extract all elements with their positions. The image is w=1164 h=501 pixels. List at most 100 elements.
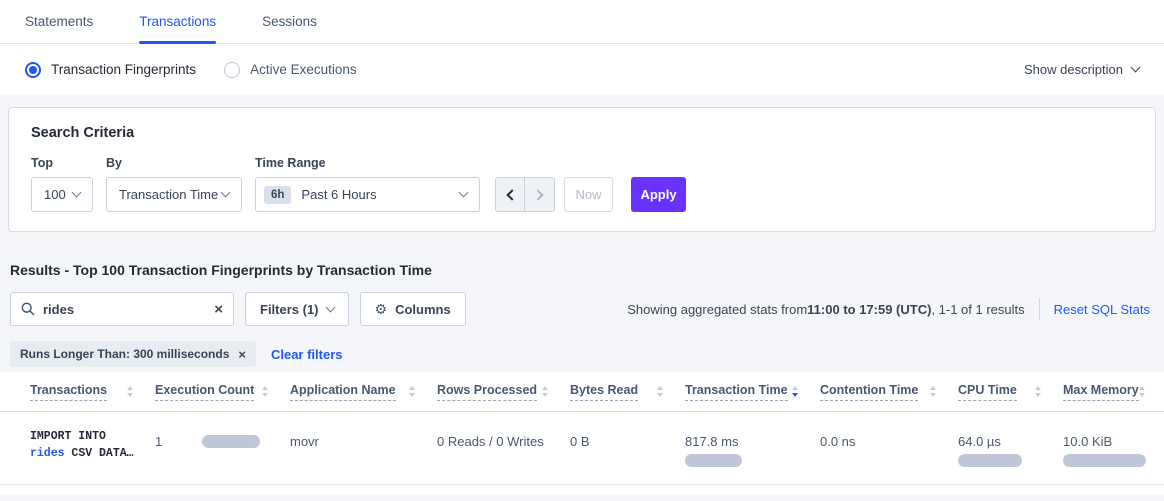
results-controls: × Filters (1) ⚙ Columns Showing aggregat… [10, 292, 1150, 326]
column-header-label: Transaction Time [685, 383, 788, 401]
transaction-statement-link[interactable]: rides [30, 447, 65, 460]
aggregated-stats-text: Showing aggregated stats from 11:00 to 1… [627, 298, 1150, 320]
column-header-bytes-read[interactable]: Bytes Read [570, 383, 685, 401]
table-row: IMPORT INTO rides CSV DATA… 1 movr 0 Rea… [0, 412, 1164, 485]
column-header-label: Bytes Read [570, 383, 638, 401]
radio-active-executions[interactable]: Active Executions [224, 62, 357, 78]
bytes-read-cell: 0 B [570, 424, 685, 467]
radio-label: Active Executions [250, 62, 357, 77]
chevron-down-icon [72, 188, 82, 198]
filters-button[interactable]: Filters (1) [245, 292, 349, 326]
execution-count-bar [202, 435, 260, 448]
column-header-label: Execution Count [155, 383, 254, 401]
column-header-label: Max Memory [1063, 383, 1139, 401]
tab-statements[interactable]: Statements [25, 0, 93, 43]
transaction-statement-line2: CSV DATA… [65, 447, 134, 460]
top-label: Top [31, 156, 93, 170]
contention-time-cell: 0.0 ns [820, 424, 958, 467]
cpu-time-bar [958, 454, 1022, 467]
chevron-down-icon [1131, 63, 1141, 73]
divider [1039, 298, 1040, 320]
chevron-down-icon [325, 302, 335, 312]
remove-filter-icon[interactable]: × [238, 348, 246, 361]
sort-icon [657, 386, 663, 397]
column-header-execution-count[interactable]: Execution Count [155, 383, 290, 401]
column-header-cpu-time[interactable]: CPU Time [958, 383, 1063, 401]
now-button[interactable]: Now [564, 177, 613, 212]
time-range-select[interactable]: 6h Past 6 Hours [255, 177, 480, 212]
columns-button-label: Columns [395, 302, 451, 317]
max-memory-bar [1063, 454, 1146, 467]
apply-button[interactable]: Apply [631, 177, 686, 212]
sort-icon [262, 386, 268, 397]
column-header-transaction-time[interactable]: Transaction Time [685, 383, 820, 401]
time-range-badge: 6h [264, 186, 291, 204]
column-header-contention-time[interactable]: Contention Time [820, 383, 958, 401]
sort-icon [1139, 386, 1145, 397]
column-header-label: CPU Time [958, 383, 1017, 401]
by-label: By [106, 156, 242, 170]
chevron-down-icon [221, 188, 231, 198]
results-table: Transactions Execution Count Application… [0, 372, 1164, 495]
transaction-time-value: 817.8 ms [685, 434, 820, 449]
results-heading: Results - Top 100 Transaction Fingerprin… [10, 262, 1164, 278]
clear-filters-link[interactable]: Clear filters [271, 347, 343, 362]
tab-sessions[interactable]: Sessions [262, 0, 317, 43]
previous-window-button[interactable] [496, 178, 525, 211]
sort-icon [1035, 386, 1041, 397]
transaction-time-bar [685, 454, 742, 467]
results-search-box: × [10, 292, 234, 326]
time-range-label: Time Range [255, 156, 480, 170]
sort-icon [409, 386, 415, 397]
search-input[interactable] [43, 302, 214, 317]
sort-icon [542, 386, 548, 397]
transaction-fingerprint-cell: IMPORT INTO rides CSV DATA… [30, 424, 155, 467]
column-header-rows-processed[interactable]: Rows Processed [437, 383, 570, 401]
column-header-max-memory[interactable]: Max Memory [1063, 383, 1164, 401]
show-description-toggle[interactable]: Show description [1024, 62, 1139, 77]
active-filters-row: Runs Longer Than: 300 milliseconds × Cle… [10, 341, 1164, 367]
column-header-label: Rows Processed [437, 383, 537, 401]
sort-icon [127, 386, 133, 397]
stats-time-range: 11:00 to 17:59 (UTC) [807, 302, 931, 317]
top-select[interactable]: 100 [31, 177, 93, 212]
chevron-right-icon [532, 189, 543, 200]
column-header-application-name[interactable]: Application Name [290, 383, 437, 401]
columns-button[interactable]: ⚙ Columns [360, 292, 466, 326]
execution-count-cell: 1 [155, 424, 290, 467]
filters-button-label: Filters (1) [260, 302, 319, 317]
by-field: By Transaction Time [106, 156, 242, 212]
reset-sql-stats-link[interactable]: Reset SQL Stats [1054, 302, 1150, 317]
top-select-value: 100 [44, 187, 66, 202]
column-header-label: Contention Time [820, 383, 918, 401]
column-header-transactions[interactable]: Transactions [30, 383, 155, 401]
column-header-label: Application Name [290, 383, 396, 401]
cpu-time-value: 64.0 µs [958, 434, 1063, 449]
next-window-button[interactable] [525, 178, 554, 211]
sort-icon [930, 386, 936, 397]
by-select[interactable]: Transaction Time [106, 177, 242, 212]
time-range-value: Past 6 Hours [301, 187, 376, 202]
search-icon [21, 302, 35, 316]
application-name-cell: movr [290, 424, 437, 467]
cpu-time-cell: 64.0 µs [958, 424, 1063, 467]
column-header-label: Transactions [30, 383, 107, 401]
radio-selected-icon [25, 62, 41, 78]
show-description-label: Show description [1024, 62, 1123, 77]
sort-icon-active-desc [792, 386, 798, 397]
stats-prefix: Showing aggregated stats from [627, 302, 807, 317]
transaction-statement-line1: IMPORT INTO [30, 428, 155, 445]
filter-chip: Runs Longer Than: 300 milliseconds × [10, 341, 256, 367]
execution-count-value: 1 [155, 434, 162, 449]
clear-search-icon[interactable]: × [214, 302, 223, 317]
radio-transaction-fingerprints[interactable]: Transaction Fingerprints [25, 62, 196, 78]
table-header-row: Transactions Execution Count Application… [0, 372, 1164, 412]
time-window-stepper [495, 177, 555, 212]
time-range-field: Time Range 6h Past 6 Hours [255, 156, 480, 212]
view-toggle-strip: Transaction Fingerprints Active Executio… [0, 44, 1164, 95]
by-select-value: Transaction Time [119, 187, 218, 202]
tab-transactions[interactable]: Transactions [139, 0, 216, 43]
radio-label: Transaction Fingerprints [51, 62, 196, 77]
rows-processed-cell: 0 Reads / 0 Writes [437, 424, 570, 467]
page-tabs: Statements Transactions Sessions [0, 0, 1164, 44]
